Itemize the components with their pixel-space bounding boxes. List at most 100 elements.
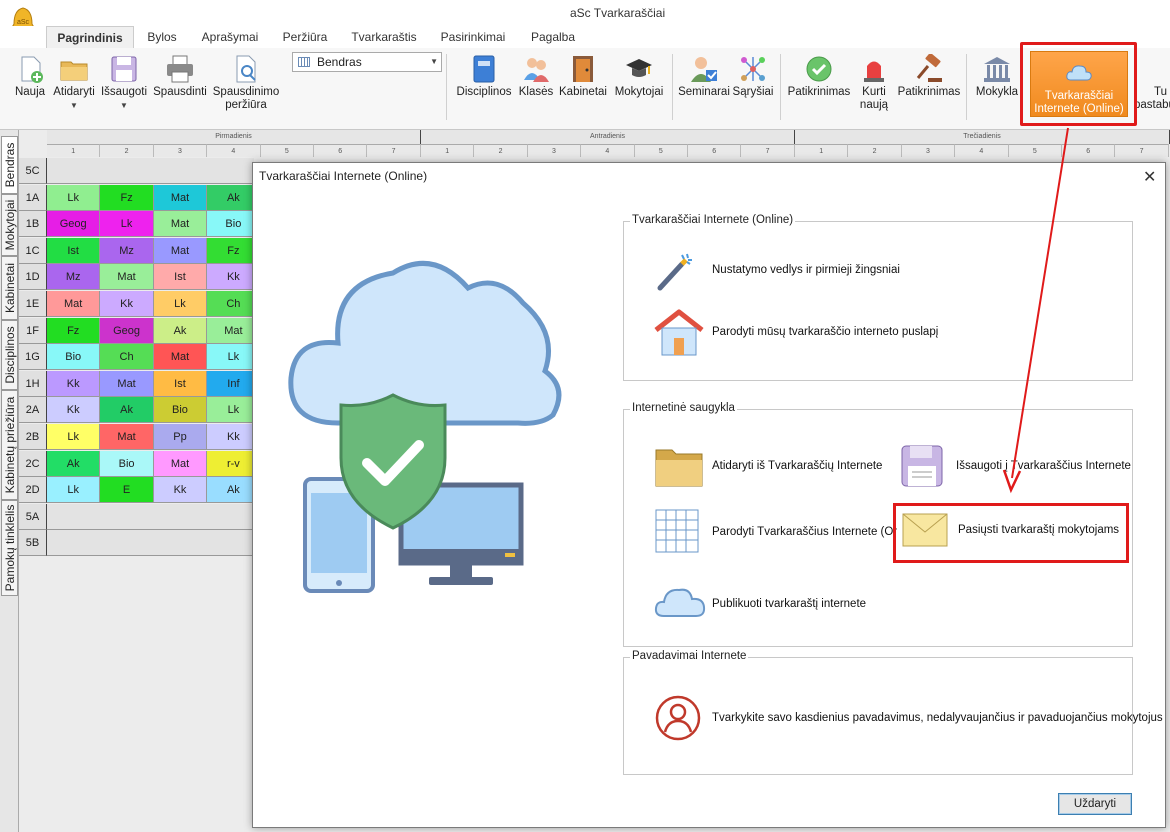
row-label[interactable]: 5B xyxy=(19,530,47,557)
lesson-card[interactable]: Fz xyxy=(100,184,154,211)
school-button[interactable]: Mokykla xyxy=(972,48,1022,99)
side-tab-rooms[interactable]: Kabinetai xyxy=(1,256,18,320)
tab-tvarkarastis[interactable]: Tvarkaraštis xyxy=(346,26,422,48)
tab-pagrindinis[interactable]: Pagrindinis xyxy=(46,26,134,48)
side-tab-teachers[interactable]: Mokytojai xyxy=(1,194,18,256)
lesson-card[interactable]: Lk xyxy=(47,477,101,504)
lesson-card[interactable]: Ak xyxy=(47,450,101,477)
show-online-timetables-item[interactable]: Parodyti Tvarkaraščius Internete (Or xyxy=(654,508,897,554)
row-label[interactable]: 1B xyxy=(19,211,47,238)
lesson-card[interactable]: Lk xyxy=(47,424,101,450)
lesson-card[interactable]: Ch xyxy=(100,344,154,371)
row-label[interactable]: 5C xyxy=(19,158,47,184)
seminar-icon xyxy=(689,54,719,84)
row-label[interactable]: 1A xyxy=(19,184,47,211)
row-label[interactable]: 2A xyxy=(19,397,47,424)
lesson-card[interactable]: Geog xyxy=(47,211,101,238)
dialog-title: Tvarkaraščiai Internete (Online) xyxy=(259,169,428,183)
check-button[interactable]: Patikrinimas xyxy=(786,48,852,99)
lesson-card[interactable]: Pp xyxy=(153,424,208,450)
new-button[interactable]: Nauja xyxy=(10,48,50,99)
lesson-card[interactable]: Ak xyxy=(100,397,154,424)
tab-pasirinkimai[interactable]: Pasirinkimai xyxy=(434,26,512,48)
row-label[interactable]: 1F xyxy=(19,317,47,344)
close-button[interactable]: Uždaryti xyxy=(1058,793,1132,815)
lesson-card[interactable]: Mat xyxy=(100,424,154,450)
lesson-card[interactable]: Mz xyxy=(100,237,154,264)
row-label[interactable]: 2B xyxy=(19,424,47,450)
lesson-card[interactable]: Mat xyxy=(100,264,154,291)
check-badge-icon xyxy=(804,54,834,84)
create-new-button[interactable]: Kurti naują xyxy=(852,48,896,112)
lesson-card[interactable]: Mat xyxy=(153,344,208,371)
period-header: 1 xyxy=(47,144,101,157)
svg-text:aSc: aSc xyxy=(17,19,30,26)
wizard-item[interactable]: Nustatymo vedlys ir pirmieji žingsniai xyxy=(654,252,954,292)
lesson-card[interactable]: Bio xyxy=(153,397,208,424)
teachers-button[interactable]: Mokytojai xyxy=(610,48,668,99)
tab-pagalba[interactable]: Pagalba xyxy=(524,26,582,48)
classes-button[interactable]: Klasės xyxy=(516,48,556,99)
show-webpage-item[interactable]: Parodyti mūsų tvarkaraščio interneto pus… xyxy=(654,308,1014,358)
lesson-card[interactable]: Kk xyxy=(47,370,101,397)
lesson-card[interactable]: Lk xyxy=(153,291,208,317)
lesson-card[interactable]: Mat xyxy=(100,370,154,397)
validate-button[interactable]: Patikrinimas xyxy=(896,48,962,99)
lesson-card[interactable]: Kk xyxy=(47,397,101,424)
lesson-card[interactable]: Mat xyxy=(153,237,208,264)
lesson-card[interactable]: Ist xyxy=(47,237,101,264)
side-tab-general[interactable]: Bendras xyxy=(1,136,18,194)
rooms-button[interactable]: Kabinetai xyxy=(556,48,610,99)
open-button[interactable]: Atidaryti ▼ xyxy=(50,48,98,112)
group-online: Tvarkaraščiai Internete (Online) Nustaty… xyxy=(623,214,1133,381)
close-icon[interactable]: ✕ xyxy=(1143,167,1156,187)
tab-aprasymai[interactable]: Aprašymai xyxy=(196,26,264,48)
tab-perziura[interactable]: Peržiūra xyxy=(276,26,334,48)
gavel-icon xyxy=(914,54,944,84)
lesson-card[interactable]: Ist xyxy=(153,370,208,397)
row-label[interactable]: 5A xyxy=(19,503,47,530)
side-tab-lesson-grid[interactable]: Pamokų tinklelis xyxy=(1,500,18,596)
seminars-button[interactable]: Seminarai xyxy=(676,48,732,99)
subjects-button[interactable]: Disciplinos xyxy=(452,48,516,99)
lesson-card[interactable]: Kk xyxy=(100,291,154,317)
lesson-card[interactable]: Mat xyxy=(153,211,208,238)
view-select[interactable]: Bendras ▼ xyxy=(292,52,442,72)
lesson-card[interactable]: Kk xyxy=(153,477,208,504)
publish-online-item[interactable]: Publikuoti tvarkaraštį internete xyxy=(654,582,914,622)
lesson-card[interactable]: Lk xyxy=(47,184,101,211)
lesson-card[interactable]: E xyxy=(100,477,154,504)
house-icon xyxy=(654,308,704,358)
row-label[interactable]: 2C xyxy=(19,450,47,477)
lesson-card[interactable]: Mz xyxy=(47,264,101,291)
side-tab-room-supervision[interactable]: Kabinetų priežiūra xyxy=(1,390,18,500)
lesson-card[interactable]: Bio xyxy=(47,344,101,371)
lesson-card[interactable]: Mat xyxy=(153,184,208,211)
row-label[interactable]: 1H xyxy=(19,370,47,397)
relations-button[interactable]: Sąryšiai xyxy=(732,48,774,99)
row-label[interactable]: 1G xyxy=(19,344,47,371)
print-button[interactable]: Spausdinti xyxy=(150,48,210,99)
tab-bylos[interactable]: Bylos xyxy=(138,26,186,48)
lesson-card[interactable]: Geog xyxy=(100,317,154,344)
print-preview-button[interactable]: Spausdinimo peržiūra xyxy=(210,48,282,112)
row-label[interactable]: 1E xyxy=(19,291,47,317)
save-to-online-item[interactable]: Išsaugoti į Tvarkaraščius Internete xyxy=(900,444,1131,488)
lesson-card[interactable]: Fz xyxy=(47,317,101,344)
row-label[interactable]: 1D xyxy=(19,264,47,291)
row-label[interactable]: 1C xyxy=(19,237,47,264)
empty-row xyxy=(47,503,254,530)
lesson-card[interactable]: Ak xyxy=(153,317,208,344)
lesson-card[interactable]: Lk xyxy=(100,211,154,238)
lesson-card[interactable]: Bio xyxy=(100,450,154,477)
side-tab-subjects[interactable]: Disciplinos xyxy=(1,320,18,390)
lesson-card[interactable]: Mat xyxy=(153,450,208,477)
lesson-card[interactable]: Mat xyxy=(47,291,101,317)
period-header: 5 xyxy=(1008,144,1062,157)
notes-button[interactable]: Tupastabų xyxy=(1134,48,1170,112)
substitutions-item[interactable]: Tvarkykite savo kasdienius pavadavimus, … xyxy=(654,694,1163,744)
save-button[interactable]: Išsaugoti ▼ xyxy=(98,48,150,112)
lesson-card[interactable]: Ist xyxy=(153,264,208,291)
row-label[interactable]: 2D xyxy=(19,477,47,504)
open-from-online-item[interactable]: Atidaryti iš Tvarkaraščių Internete xyxy=(654,444,894,488)
